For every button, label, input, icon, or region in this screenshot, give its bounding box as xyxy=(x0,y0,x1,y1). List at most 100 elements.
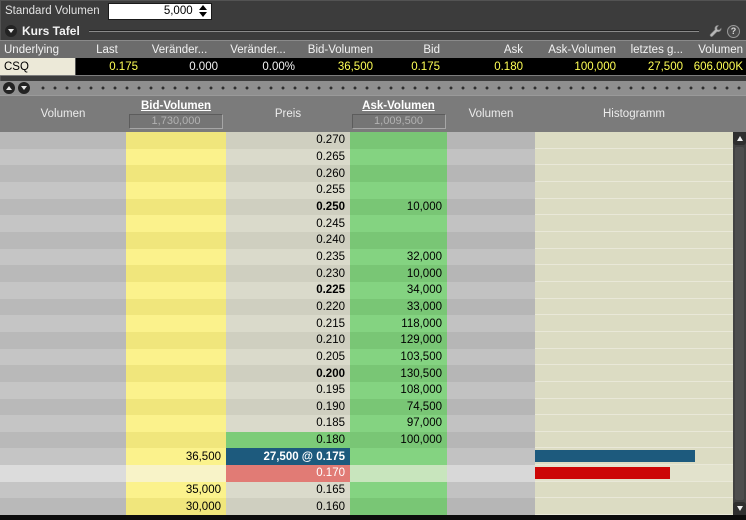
ask-volume-cell[interactable]: 118,000 xyxy=(350,315,447,332)
ladder-col-ask-volume[interactable]: Ask-Volumen 1,009,500 xyxy=(350,96,447,132)
ladder-scrollbar[interactable] xyxy=(733,132,746,515)
ask-volume-cell[interactable]: 32,000 xyxy=(350,249,447,266)
price-cell[interactable]: 27,500 @ 0.175 xyxy=(226,448,350,465)
panel-splitter[interactable] xyxy=(0,81,746,95)
price-cell[interactable]: 0.160 xyxy=(226,498,350,515)
wrench-icon[interactable] xyxy=(708,24,722,38)
ask-volume-cell[interactable]: 97,000 xyxy=(350,415,447,432)
price-cell[interactable]: 0.265 xyxy=(226,149,350,166)
bid-volume-cell[interactable] xyxy=(126,415,226,432)
col-volume[interactable]: Volumen xyxy=(686,41,746,58)
ask-cell[interactable]: 0.180 xyxy=(443,58,526,75)
ask-volume-cell[interactable] xyxy=(350,215,447,232)
underlying-cell[interactable]: CSQ xyxy=(0,58,76,75)
ask-volume-cell[interactable]: 108,000 xyxy=(350,382,447,399)
bid-volume-cell[interactable] xyxy=(126,182,226,199)
bid-volume-cell[interactable] xyxy=(126,249,226,266)
bid-volume-cell[interactable] xyxy=(126,315,226,332)
ask-volume-cell[interactable] xyxy=(350,149,447,166)
bid-volume-cell[interactable] xyxy=(126,399,226,416)
price-cell[interactable]: 0.190 xyxy=(226,399,350,416)
ask-volume-cell[interactable]: 33,000 xyxy=(350,299,447,316)
price-cell[interactable]: 0.270 xyxy=(226,132,350,149)
bid-volume-cell[interactable] xyxy=(126,199,226,216)
price-cell[interactable]: 0.230 xyxy=(226,265,350,282)
price-cell[interactable]: 0.225 xyxy=(226,282,350,299)
ask-volume-cell[interactable] xyxy=(350,165,447,182)
volume-spinner[interactable] xyxy=(197,5,209,18)
col-underlying[interactable]: Underlying xyxy=(0,41,76,58)
spinner-up-icon[interactable] xyxy=(199,5,207,10)
ladder-col-histogram[interactable]: Histogramm xyxy=(535,96,733,132)
price-cell[interactable]: 0.185 xyxy=(226,415,350,432)
bid-volume-cell[interactable] xyxy=(126,215,226,232)
col-change-pct[interactable]: Veränder... xyxy=(221,41,298,58)
ask-volume-cell[interactable]: 103,500 xyxy=(350,349,447,366)
price-cell[interactable]: 0.170 xyxy=(226,465,350,482)
ask-volume-cell[interactable]: 74,500 xyxy=(350,399,447,416)
bid-volume-cell[interactable] xyxy=(126,332,226,349)
col-last[interactable]: Last xyxy=(76,41,141,58)
col-bid-volume[interactable]: Bid-Volumen xyxy=(298,41,376,58)
ask-volume-cell[interactable] xyxy=(350,232,447,249)
scroll-up-icon[interactable] xyxy=(733,132,746,145)
standard-volume-input[interactable]: 5,000 xyxy=(108,3,212,20)
bid-volume-cell[interactable]: 35,000 xyxy=(126,482,226,499)
price-cell[interactable]: 0.210 xyxy=(226,332,350,349)
col-last-size[interactable]: letztes g... xyxy=(619,41,686,58)
ask-volume-cell[interactable]: 130,500 xyxy=(350,365,447,382)
ask-volume-cell[interactable] xyxy=(350,448,447,465)
price-cell[interactable]: 0.260 xyxy=(226,165,350,182)
ask-volume-cell[interactable] xyxy=(350,182,447,199)
price-cell[interactable]: 0.205 xyxy=(226,349,350,366)
bid-volume-cell[interactable] xyxy=(126,149,226,166)
help-icon[interactable]: ? xyxy=(727,25,740,38)
collapse-icon[interactable] xyxy=(5,25,17,37)
ask-volume-cell[interactable]: 100,000 xyxy=(350,432,447,449)
last-cell[interactable]: 0.175 xyxy=(76,58,141,75)
ask-volume-cell[interactable]: 34,000 xyxy=(350,282,447,299)
price-cell[interactable]: 0.200 xyxy=(226,365,350,382)
price-cell[interactable]: 0.245 xyxy=(226,215,350,232)
bid-volume-cell[interactable] xyxy=(126,282,226,299)
bid-volume-cell[interactable] xyxy=(126,365,226,382)
scroll-down-icon[interactable] xyxy=(733,502,746,515)
ask-volume-cell[interactable]: 129,000 xyxy=(350,332,447,349)
quote-row[interactable]: CSQ 0.175 0.000 0.00% 36,500 0.175 0.180… xyxy=(0,58,746,76)
col-ask-volume[interactable]: Ask-Volumen xyxy=(526,41,619,58)
bid-cell[interactable]: 0.175 xyxy=(376,58,443,75)
ask-volume-cell[interactable] xyxy=(350,465,447,482)
price-cell[interactable]: 0.220 xyxy=(226,299,350,316)
spinner-down-icon[interactable] xyxy=(199,12,207,17)
scrollbar-thumb[interactable] xyxy=(735,147,744,500)
ladder-col-volume-left[interactable]: Volumen xyxy=(0,96,126,132)
splitter-down-icon[interactable] xyxy=(18,82,30,94)
bid-volume-cell[interactable] xyxy=(126,432,226,449)
bid-volume-cell[interactable] xyxy=(126,349,226,366)
bid-volume-cell[interactable]: 36,500 xyxy=(126,448,226,465)
ask-volume-cell[interactable] xyxy=(350,498,447,515)
bid-volume-cell[interactable]: 36,500 xyxy=(298,58,376,75)
price-cell[interactable]: 0.235 xyxy=(226,249,350,266)
bid-volume-cell[interactable] xyxy=(126,132,226,149)
ask-volume-cell[interactable]: 10,000 xyxy=(350,199,447,216)
bid-volume-cell[interactable] xyxy=(126,382,226,399)
ask-volume-cell[interactable]: 100,000 xyxy=(526,58,619,75)
price-cell[interactable]: 0.195 xyxy=(226,382,350,399)
price-cell[interactable]: 0.165 xyxy=(226,482,350,499)
splitter-up-icon[interactable] xyxy=(3,82,15,94)
price-cell[interactable]: 0.180 xyxy=(226,432,350,449)
bid-volume-cell[interactable]: 30,000 xyxy=(126,498,226,515)
bid-volume-cell[interactable] xyxy=(126,265,226,282)
bid-volume-cell[interactable] xyxy=(126,232,226,249)
ask-volume-cell[interactable] xyxy=(350,482,447,499)
col-change[interactable]: Veränder... xyxy=(141,41,221,58)
bid-volume-cell[interactable] xyxy=(126,299,226,316)
bid-volume-cell[interactable] xyxy=(126,165,226,182)
ladder-col-bid-volume[interactable]: Bid-Volumen 1,730,000 xyxy=(126,96,226,132)
col-bid[interactable]: Bid xyxy=(376,41,443,58)
ladder-col-volume-right[interactable]: Volumen xyxy=(447,96,535,132)
ask-volume-cell[interactable] xyxy=(350,132,447,149)
ladder-col-price[interactable]: Preis xyxy=(226,96,350,132)
price-cell[interactable]: 0.255 xyxy=(226,182,350,199)
